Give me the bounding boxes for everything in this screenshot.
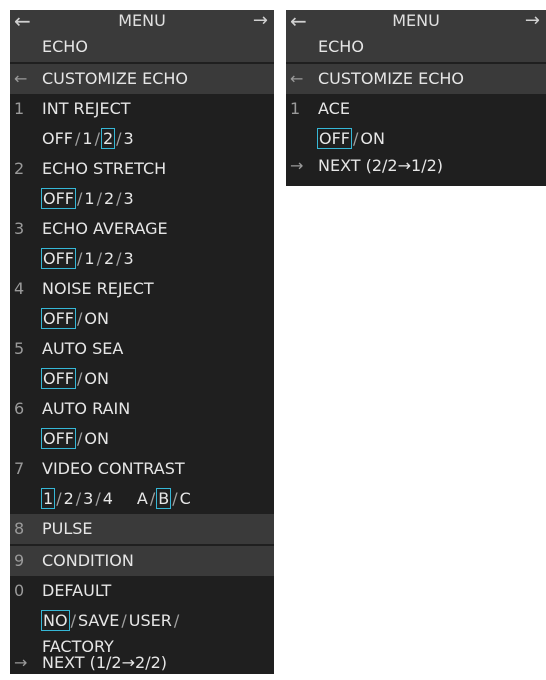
- noise-reject-options: OFF / ON: [41, 308, 109, 329]
- option-2[interactable]: 2: [104, 189, 114, 208]
- option-off-selected[interactable]: OFF: [41, 308, 76, 329]
- option-on[interactable]: ON: [84, 309, 109, 328]
- menu-item-number: 1: [290, 99, 301, 118]
- menu-item-number: 2: [14, 159, 25, 178]
- auto-sea-options: OFF / ON: [41, 368, 109, 389]
- option-no-selected[interactable]: NO: [41, 610, 70, 631]
- option-b-selected[interactable]: B: [156, 488, 172, 509]
- next-label: NEXT (1/2→2/2): [42, 653, 168, 672]
- section-label: ECHO: [42, 37, 88, 56]
- section-label: ECHO: [318, 37, 364, 56]
- menu-item-number: 5: [14, 339, 25, 358]
- menu-item-auto-sea[interactable]: 5 AUTO SEA: [10, 334, 274, 364]
- menu-item-video-contrast[interactable]: 7 VIDEO CONTRAST: [10, 454, 274, 484]
- menu-item-noise-reject[interactable]: 4 NOISE REJECT: [10, 274, 274, 304]
- forward-arrow-icon[interactable]: →: [253, 10, 268, 31]
- menu-section-echo[interactable]: ECHO: [286, 32, 546, 62]
- echo-stretch-options: OFF/1/2/3: [41, 188, 134, 209]
- menu-item-label: NOISE REJECT: [42, 279, 154, 298]
- default-options: NO / SAVE / USER /: [41, 610, 180, 631]
- menu-item-label: ECHO STRETCH: [42, 159, 167, 178]
- menu-item-number: 8: [14, 519, 25, 538]
- menu-item-int-reject[interactable]: 1 INT REJECT: [10, 94, 274, 124]
- menu-item-default[interactable]: 0 DEFAULT: [10, 576, 274, 606]
- menu-title: MENU: [118, 11, 166, 30]
- option-3[interactable]: 3: [124, 189, 134, 208]
- menu-panel-left: ← MENU → ECHO ← CUSTOMIZE ECHO 1 INT REJ…: [10, 9, 274, 674]
- option-2-selected[interactable]: 2: [100, 128, 116, 149]
- option-1[interactable]: 1: [84, 189, 94, 208]
- menu-item-number: 4: [14, 279, 25, 298]
- next-arrow-icon: →: [14, 653, 28, 672]
- menu-item-label: INT REJECT: [42, 99, 131, 118]
- menu-item-auto-rain[interactable]: 6 AUTO RAIN: [10, 394, 274, 424]
- option-2[interactable]: 2: [104, 249, 114, 268]
- menu-item-label: VIDEO CONTRAST: [42, 459, 185, 478]
- menu-next-page[interactable]: → NEXT (2/2→1/2): [286, 154, 546, 178]
- menu-next-page[interactable]: FACTORY → NEXT (1/2→2/2): [10, 636, 274, 680]
- option-3[interactable]: 3: [83, 489, 93, 508]
- submenu-title: CUSTOMIZE ECHO: [318, 69, 464, 88]
- menu-title: MENU: [392, 11, 440, 30]
- option-on[interactable]: ON: [84, 369, 109, 388]
- menu-item-label: AUTO RAIN: [42, 399, 131, 418]
- next-arrow-icon: →: [290, 156, 304, 175]
- submenu-title: CUSTOMIZE ECHO: [42, 69, 188, 88]
- menu-item-number: 1: [14, 99, 25, 118]
- menu-panel-right: ← MENU → ECHO ← CUSTOMIZE ECHO 1 ACE OFF…: [286, 9, 546, 186]
- menu-section-echo[interactable]: ECHO: [10, 32, 274, 62]
- option-1[interactable]: 1: [84, 249, 94, 268]
- menu-item-echo-stretch[interactable]: 2 ECHO STRETCH: [10, 154, 274, 184]
- menu-item-echo-average[interactable]: 3 ECHO AVERAGE: [10, 214, 274, 244]
- option-1-selected[interactable]: 1: [40, 488, 56, 509]
- option-off-selected[interactable]: OFF: [41, 428, 76, 449]
- menu-titlebar: ← MENU →: [10, 9, 274, 33]
- next-label: NEXT (2/2→1/2): [318, 156, 444, 175]
- menu-item-label: CONDITION: [42, 551, 134, 570]
- back-arrow-icon: ←: [290, 69, 304, 88]
- option-2[interactable]: 2: [64, 489, 74, 508]
- menu-item-number: 0: [14, 581, 25, 600]
- option-save[interactable]: SAVE: [78, 611, 119, 630]
- auto-rain-options: OFF / ON: [41, 428, 109, 449]
- option-on[interactable]: ON: [84, 429, 109, 448]
- submenu-customize-echo[interactable]: ← CUSTOMIZE ECHO: [10, 64, 274, 94]
- ace-options: OFF / ON: [317, 128, 385, 149]
- menu-item-label: PULSE: [42, 519, 93, 538]
- int-reject-options: OFF/1/2/3: [42, 128, 134, 149]
- menu-item-label: ACE: [318, 99, 350, 118]
- menu-item-label: ECHO AVERAGE: [42, 219, 168, 238]
- option-user[interactable]: USER: [129, 611, 172, 630]
- menu-item-label: DEFAULT: [42, 581, 112, 600]
- menu-item-label: AUTO SEA: [42, 339, 124, 358]
- menu-item-number: 9: [14, 551, 25, 570]
- video-contrast-options: 1/2/3/4 A / B / C: [40, 488, 191, 509]
- menu-item-number: 7: [14, 459, 25, 478]
- submenu-customize-echo[interactable]: ← CUSTOMIZE ECHO: [286, 64, 546, 94]
- menu-item-condition[interactable]: 9 CONDITION: [10, 546, 274, 576]
- option-1[interactable]: 1: [82, 129, 92, 148]
- back-arrow-icon: ←: [14, 69, 28, 88]
- option-c[interactable]: C: [180, 489, 191, 508]
- option-a[interactable]: A: [137, 489, 148, 508]
- forward-arrow-icon[interactable]: →: [525, 10, 540, 31]
- menu-item-number: 3: [14, 219, 25, 238]
- echo-average-options: OFF/1/2/3: [41, 248, 134, 269]
- option-off-selected[interactable]: OFF: [317, 128, 352, 149]
- menu-item-ace[interactable]: 1 ACE: [286, 94, 546, 124]
- menu-item-pulse[interactable]: 8 PULSE: [10, 514, 274, 544]
- option-off-selected[interactable]: OFF: [41, 368, 76, 389]
- option-off[interactable]: OFF: [42, 129, 73, 148]
- menu-item-number: 6: [14, 399, 25, 418]
- option-off-selected[interactable]: OFF: [41, 248, 76, 269]
- option-4[interactable]: 4: [103, 489, 113, 508]
- option-on[interactable]: ON: [360, 129, 385, 148]
- option-off-selected[interactable]: OFF: [41, 188, 76, 209]
- option-3[interactable]: 3: [124, 129, 134, 148]
- menu-titlebar: ← MENU →: [286, 9, 546, 33]
- option-3[interactable]: 3: [124, 249, 134, 268]
